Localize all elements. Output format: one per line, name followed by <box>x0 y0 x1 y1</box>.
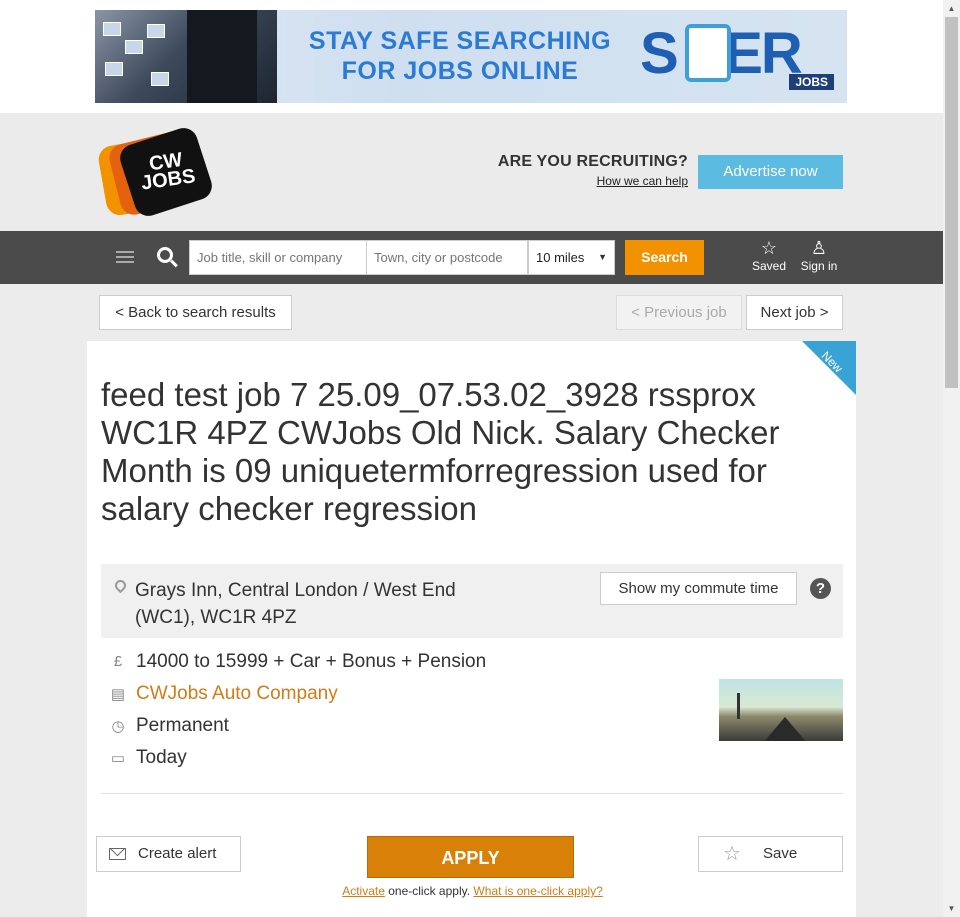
distance-value: 10 miles <box>536 250 585 265</box>
thumb-tree <box>737 693 740 719</box>
sign-in-label: Sign in <box>800 259 838 273</box>
previous-job-button[interactable]: < Previous job <box>616 295 742 330</box>
banner-photo <box>95 10 277 103</box>
help-icon[interactable]: ? <box>810 578 831 599</box>
envelope-icon <box>109 848 126 860</box>
sign-in-link[interactable]: ♙ Sign in <box>796 238 842 273</box>
job-title-input[interactable] <box>189 240 367 275</box>
safer-jobs-logo: S FER JOBS <box>640 18 840 90</box>
create-alert-label: Create alert <box>138 845 217 862</box>
what-is-one-click-link[interactable]: What is one-click apply? <box>473 884 602 898</box>
create-alert-button[interactable]: Create alert <box>96 836 241 872</box>
job-title: feed test job 7 25.09_07.53.02_3928 rssp… <box>101 376 780 527</box>
job-type-value: Permanent <box>136 715 229 736</box>
salary-value: 14000 to 15999 + Car + Bonus + Pension <box>136 651 487 672</box>
posted-date-value: Today <box>136 747 187 768</box>
star-icon: ☆ <box>723 843 741 865</box>
save-label: Save <box>763 845 798 862</box>
distance-select[interactable]: 10 miles ▼ <box>528 240 615 275</box>
location-input[interactable] <box>366 240 528 275</box>
next-job-button[interactable]: Next job > <box>746 295 843 330</box>
banner-photo-tile <box>105 62 123 76</box>
recruiting-question: ARE YOU RECRUITING? <box>497 153 688 170</box>
company-logo-image[interactable] <box>719 679 843 741</box>
pound-icon: £ <box>113 653 123 670</box>
banner-photo-figure <box>187 10 257 103</box>
logo-text: CW JOBS <box>139 148 197 195</box>
clock-icon: ◷ <box>111 718 125 735</box>
job-location: Grays Inn, Central London / West End (WC… <box>135 577 515 631</box>
banner-photo-tile <box>103 22 121 36</box>
search-icon[interactable] <box>157 247 179 269</box>
location-line2: (WC1), WC1R 4PZ <box>135 607 297 628</box>
saved-jobs-link[interactable]: ☆ Saved <box>748 238 790 273</box>
thumb-road <box>763 717 807 741</box>
company-icon: ▤ <box>110 686 126 703</box>
scrollbar-thumb[interactable] <box>945 17 958 388</box>
calendar-icon: ▭ <box>110 750 126 767</box>
scroll-up-arrow-icon[interactable]: ▲ <box>943 0 960 17</box>
one-click-apply-note: Activate one-click apply. What is one-cl… <box>300 884 645 898</box>
divider <box>101 793 843 794</box>
banner-photo-tile <box>147 24 165 38</box>
show-commute-time-button[interactable]: Show my commute time <box>600 572 797 605</box>
activate-link[interactable]: Activate <box>342 884 385 898</box>
scroll-down-arrow-icon[interactable]: ▼ <box>943 900 960 917</box>
safer-logo-jobs: JOBS <box>789 74 834 90</box>
banner-headline: STAY SAFE SEARCHING FOR JOBS ONLINE <box>295 26 625 86</box>
one-click-text: one-click apply. <box>384 884 474 898</box>
saved-label: Saved <box>751 259 787 273</box>
select-arrow-icon: ▼ <box>598 252 607 262</box>
recruiting-promo: ARE YOU RECRUITING? How we can help <box>470 153 688 190</box>
banner-photo-tile <box>151 72 169 86</box>
how-we-can-help-link[interactable]: How we can help <box>597 174 688 188</box>
padlock-icon <box>685 24 731 82</box>
company-link[interactable]: CWJobs Auto Company <box>136 680 338 708</box>
search-button[interactable]: Search <box>625 240 704 275</box>
location-line1: Grays Inn, Central London / West End <box>135 580 456 601</box>
advertise-now-button[interactable]: Advertise now <box>698 155 843 189</box>
banner-headline-line2: FOR JOBS ONLINE <box>341 57 579 85</box>
banner-headline-line1: STAY SAFE SEARCHING <box>308 27 612 55</box>
banner-photo-tile <box>125 40 143 54</box>
save-job-button[interactable]: ☆ Save <box>698 836 843 872</box>
back-to-results-button[interactable]: < Back to search results <box>99 295 292 330</box>
safer-jobs-banner-ad[interactable]: STAY SAFE SEARCHING FOR JOBS ONLINE S FE… <box>95 10 847 103</box>
hamburger-menu-icon[interactable] <box>116 251 134 263</box>
star-icon: ☆ <box>760 238 778 258</box>
person-icon: ♙ <box>810 238 828 258</box>
location-pin-icon <box>112 577 129 594</box>
apply-button[interactable]: APPLY <box>367 836 574 878</box>
cwjobs-logo[interactable]: CW JOBS <box>96 124 216 220</box>
